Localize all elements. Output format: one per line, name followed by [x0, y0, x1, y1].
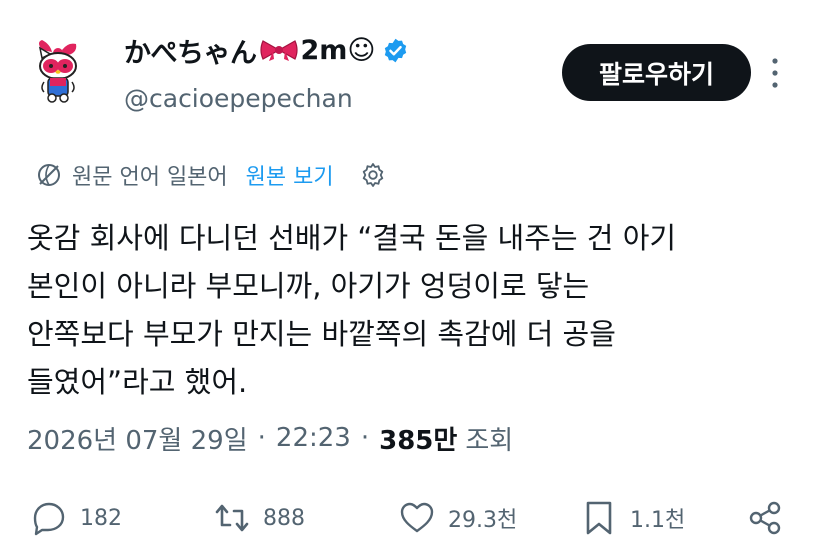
translation-bar: 원문 언어 일본어 원본 보기 — [36, 158, 386, 192]
tweet-line: 안쪽보다 부모가 만지는 바깥쪽의 촉감에 더 공을 — [27, 317, 616, 351]
views-count: 385만 — [379, 425, 458, 456]
avatar[interactable] — [34, 40, 84, 110]
repost-icon — [215, 504, 249, 532]
bookmark-button[interactable]: 1.1천 — [580, 490, 685, 546]
like-icon — [400, 502, 434, 533]
tweet-time[interactable]: 22:23 — [276, 423, 351, 453]
ribbon-bow-icon — [259, 39, 299, 61]
follow-button[interactable]: 팔로우하기 — [562, 44, 751, 101]
tweet-line: 본인이 아니라 부모니까, 아기가 엉덩이로 닿는 — [27, 269, 590, 303]
display-name-row[interactable]: かぺちゃん 2m☺ — [124, 28, 409, 72]
meta-separator: · — [257, 423, 266, 453]
translation-label: 원문 언어 일본어 — [72, 165, 228, 190]
reply-count: 182 — [80, 505, 122, 531]
share-icon — [749, 501, 781, 535]
tweet-line: 들였어”라고 했어. — [27, 365, 248, 399]
like-button[interactable]: 29.3천 — [398, 490, 517, 546]
tweet-line: 옷감 회사에 다니던 선배가 “결국 돈을 내주는 건 아기 — [27, 221, 677, 255]
action-bar: 182 888 29.3천 1.1천 — [0, 490, 817, 546]
display-name-suffix: 2m☺ — [300, 34, 376, 66]
bookmark-count: 1.1천 — [630, 508, 686, 533]
tweet-date[interactable]: 2026년 07월 29일 — [27, 420, 248, 457]
bookmark-icon — [586, 501, 612, 535]
user-handle[interactable]: @cacioepepechan — [124, 84, 353, 113]
view-original-link[interactable]: 원본 보기 — [246, 159, 334, 191]
verified-badge-icon — [382, 37, 409, 64]
display-name[interactable]: かぺちゃん — [124, 31, 257, 70]
settings-icon[interactable] — [360, 162, 386, 188]
repost-count: 888 — [263, 505, 305, 531]
reply-icon — [33, 502, 65, 536]
translate-icon — [36, 162, 62, 188]
more-options-icon[interactable] — [770, 56, 780, 90]
like-count: 29.3천 — [448, 508, 518, 533]
reply-button[interactable]: 182 — [30, 490, 122, 546]
meta-separator: · — [360, 423, 370, 453]
repost-button[interactable]: 888 — [213, 490, 305, 546]
tweet-meta: 2026년 07월 29일 · 22:23 · 385만 조회 — [27, 416, 513, 460]
views-label: 조회 — [465, 425, 514, 456]
share-button[interactable] — [746, 490, 796, 546]
tweet-text: 옷감 회사에 다니던 선배가 “결국 돈을 내주는 건 아기 본인이 아니라 부… — [27, 214, 797, 406]
